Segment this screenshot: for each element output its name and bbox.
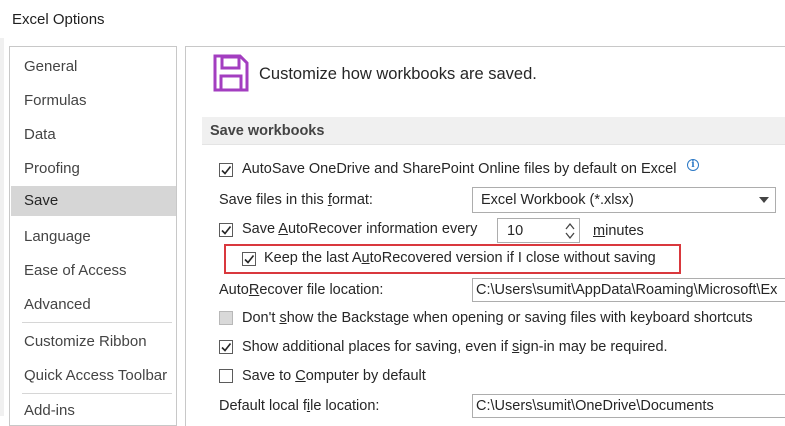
options-sidebar: General Formulas Data Proofing Save Lang… — [9, 46, 177, 426]
sidebar-item-customize-ribbon[interactable]: Customize Ribbon — [11, 327, 176, 357]
autosave-label: AutoSave OneDrive and SharePoint Online … — [242, 161, 677, 177]
save-format-value: Excel Workbook (*.xlsx) — [481, 192, 634, 208]
dont-show-backstage-checkbox[interactable] — [219, 311, 233, 325]
sidebar-item-proofing[interactable]: Proofing — [11, 154, 176, 184]
spin-down-icon[interactable] — [565, 231, 575, 240]
autorecover-location-label: AutoRecover file location: — [219, 282, 384, 298]
section-title: Save workbooks — [210, 123, 325, 139]
title-bar: Excel Options — [0, 0, 785, 38]
save-format-label: Save files in this format: — [219, 192, 373, 208]
window-left-edge — [0, 38, 4, 416]
checkmark-icon — [221, 166, 232, 175]
sidebar-item-formulas[interactable]: Formulas — [11, 86, 176, 116]
window-title: Excel Options — [12, 11, 105, 28]
sidebar-item-language[interactable]: Language — [11, 222, 176, 252]
sidebar-item-add-ins[interactable]: Add-ins — [11, 396, 176, 426]
page-heading: Customize how workbooks are saved. — [259, 65, 537, 83]
save-to-computer-label: Save to Computer by default — [242, 368, 426, 384]
sidebar-item-advanced[interactable]: Advanced — [11, 290, 176, 320]
show-additional-places-checkbox[interactable] — [219, 340, 233, 354]
autorecover-every-checkbox[interactable] — [219, 223, 233, 237]
sidebar-item-quick-access-toolbar[interactable]: Quick Access Toolbar — [11, 361, 176, 391]
info-icon[interactable]: i — [687, 159, 699, 171]
save-format-dropdown[interactable]: Excel Workbook (*.xlsx) — [472, 187, 776, 213]
sidebar-separator — [22, 393, 172, 394]
autorecover-location-field[interactable]: C:\Users\sumit\AppData\Roaming\Microsoft… — [472, 278, 785, 302]
save-icon — [213, 54, 249, 92]
default-local-location-value: C:\Users\sumit\OneDrive\Documents — [476, 398, 714, 414]
default-local-location-field[interactable]: C:\Users\sumit\OneDrive\Documents — [472, 394, 785, 418]
save-to-computer-checkbox[interactable] — [219, 369, 233, 383]
show-additional-places-label: Show additional places for saving, even … — [242, 339, 668, 355]
keep-last-autorecovered-checkbox[interactable] — [242, 252, 256, 266]
chevron-down-icon — [759, 197, 769, 203]
autorecover-location-value: C:\Users\sumit\AppData\Roaming\Microsoft… — [476, 282, 778, 298]
sidebar-item-general[interactable]: General — [11, 52, 176, 82]
sidebar-item-ease-of-access[interactable]: Ease of Access — [11, 256, 176, 286]
sidebar-separator — [22, 322, 172, 323]
minutes-label: minutes — [593, 223, 644, 239]
minutes-value: 10 — [507, 223, 524, 239]
checkmark-icon — [221, 226, 232, 235]
keep-last-autorecovered-label: Keep the last AutoRecovered version if I… — [264, 250, 656, 266]
autorecover-minutes-spinner[interactable]: 10 — [497, 218, 580, 243]
spin-up-icon[interactable] — [565, 222, 575, 231]
section-header: Save workbooks — [202, 117, 785, 145]
dont-show-backstage-label: Don't show the Backstage when opening or… — [242, 310, 753, 326]
autosave-checkbox[interactable] — [219, 163, 233, 177]
sidebar-item-data[interactable]: Data — [11, 120, 176, 150]
checkmark-icon — [244, 255, 255, 264]
checkmark-icon — [221, 343, 232, 352]
sidebar-item-save[interactable]: Save — [11, 186, 176, 216]
default-local-location-label: Default local file location: — [219, 398, 380, 414]
autorecover-every-label: Save AutoRecover information every — [242, 221, 478, 237]
